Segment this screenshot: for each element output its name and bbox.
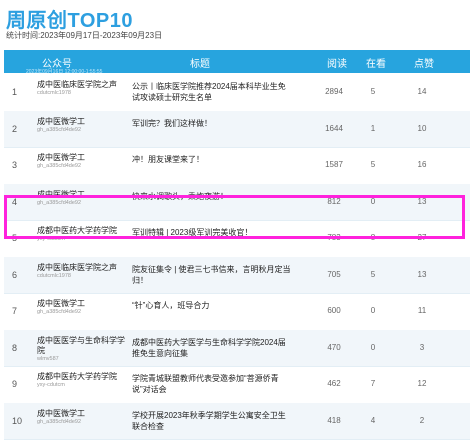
stat-period: 统计时间:2023年09月17日-2023年09月23日 xyxy=(6,30,162,41)
account-label: 成中医微学工 xyxy=(37,153,85,162)
col-read: 阅读 xyxy=(327,55,347,70)
article-title[interactable]: 冲！朋友课堂来了！ xyxy=(132,154,292,165)
row-rank: 9 xyxy=(12,379,17,389)
row-rank: 3 xyxy=(12,160,17,170)
account-id: cdutcmlc1978 xyxy=(37,273,132,280)
article-title[interactable]: 军训完？我们这样做！ xyxy=(132,118,292,129)
article-title[interactable]: “针”心育人，班导合力 xyxy=(132,300,292,311)
read-count: 705 xyxy=(314,270,354,279)
look-count: 7 xyxy=(353,379,393,388)
highlight-box xyxy=(4,195,465,239)
article-title[interactable]: 院友征集令 | 使君三七书信来，言明秋月定当归！ xyxy=(132,264,292,286)
like-count: 12 xyxy=(402,379,442,388)
account-label: 成都中医药大学药学院 xyxy=(37,372,117,381)
like-count: 16 xyxy=(402,160,442,169)
account-id: gh_a385cfd4de92 xyxy=(37,127,132,134)
read-count: 418 xyxy=(314,416,354,425)
account-name[interactable]: 成中医微学工gh_a385cfd4de92 xyxy=(37,153,132,170)
read-count: 600 xyxy=(314,306,354,315)
account-id: gh_a385cfd4de92 xyxy=(37,309,132,316)
look-count: 0 xyxy=(353,306,393,315)
article-title[interactable]: 学院青城联盟教师代表受邀参加“菩源侨青说”对话会 xyxy=(132,373,292,395)
account-label: 成中医临床医学院之声 xyxy=(37,263,117,272)
table-row[interactable]: 9 成都中医药大学药学院yxy-cdutcm学院青城联盟教师代表受邀参加“菩源侨青… xyxy=(4,366,470,404)
account-id: yxy-cdutcm xyxy=(37,382,132,389)
table-row[interactable]: 8 成中医医学与生命科学学院wlmv587成都中医药大学医学与生命科学学院2024… xyxy=(4,330,470,368)
col-like: 点赞 xyxy=(414,55,434,70)
account-id: gh_a385cfd4de92 xyxy=(37,163,132,170)
like-count: 14 xyxy=(402,87,442,96)
account-name[interactable]: 成中医微学工gh_a385cfd4de92 xyxy=(37,409,132,426)
ranking-table: 公众号 标题 阅读 在看 点赞 2023年09月16日 12:00:00-1:5… xyxy=(4,50,470,439)
account-label: 成中医医学与生命科学学院 xyxy=(37,336,125,355)
read-count: 2894 xyxy=(314,87,354,96)
like-count: 11 xyxy=(402,306,442,315)
look-count: 1 xyxy=(353,124,393,133)
look-count: 5 xyxy=(353,87,393,96)
row-rank: 8 xyxy=(12,343,17,353)
account-name[interactable]: 成都中医药大学药学院yxy-cdutcm xyxy=(37,372,132,389)
like-count: 13 xyxy=(402,270,442,279)
table-row[interactable]: 2 成中医微学工gh_a385cfd4de92军训完？我们这样做！ 16441 10 xyxy=(4,111,470,149)
table-row[interactable]: 7 成中医微学工gh_a385cfd4de92“针”心育人，班导合力 6000 11 xyxy=(4,293,470,331)
account-id: wlmv587 xyxy=(37,356,132,363)
look-count: 5 xyxy=(353,160,393,169)
row-rank: 1 xyxy=(12,87,17,97)
look-count: 0 xyxy=(353,343,393,352)
account-label: 成中医临床医学院之声 xyxy=(37,80,117,89)
row-rank: 2 xyxy=(12,124,17,134)
account-name[interactable]: 成中医医学与生命科学学院wlmv587 xyxy=(37,336,132,363)
account-name[interactable]: 成中医临床医学院之声cdutcmlc1978 xyxy=(37,263,132,280)
read-count: 462 xyxy=(314,379,354,388)
like-count: 3 xyxy=(402,343,442,352)
article-title[interactable]: 公示丨临床医学院推荐2024届本科毕业生免试攻读硕士研究生名单 xyxy=(132,81,292,103)
row-rank: 6 xyxy=(12,270,17,280)
look-count: 5 xyxy=(353,270,393,279)
account-name[interactable]: 成中医微学工gh_a385cfd4de92 xyxy=(37,117,132,134)
article-title[interactable]: 成都中医药大学医学与生命科学学院2024届推免生意向征集 xyxy=(132,337,292,359)
account-id: gh_a385cfd4de92 xyxy=(37,419,132,426)
col-title: 标题 xyxy=(190,55,210,70)
look-count: 4 xyxy=(353,416,393,425)
col-look: 在看 xyxy=(366,55,386,70)
row-rank: 7 xyxy=(12,306,17,316)
table-row[interactable]: 1 成中医临床医学院之声cdutcmlc1978公示丨临床医学院推荐2024届本科… xyxy=(4,74,470,112)
account-label: 成中医微学工 xyxy=(37,299,85,308)
like-count: 2 xyxy=(402,416,442,425)
account-label: 成中医微学工 xyxy=(37,409,85,418)
row-rank: 10 xyxy=(12,416,22,426)
account-name[interactable]: 成中医临床医学院之声cdutcmlc1978 xyxy=(37,80,132,97)
read-count: 470 xyxy=(314,343,354,352)
table-row[interactable]: 10 成中医微学工gh_a385cfd4de92学校开展2023年秋季学期学生公寓… xyxy=(4,403,470,440)
page-title: 周原创TOP10 xyxy=(6,4,133,33)
table-header: 公众号 标题 阅读 在看 点赞 2023年09月16日 12:00:00-1:5… xyxy=(4,50,470,73)
account-id: cdutcmlc1978 xyxy=(37,90,132,97)
read-count: 1644 xyxy=(314,124,354,133)
table-row[interactable]: 3 成中医微学工gh_a385cfd4de92冲！朋友课堂来了！ 15875 16 xyxy=(4,147,470,185)
article-title[interactable]: 学校开展2023年秋季学期学生公寓安全卫生联合检查 xyxy=(132,410,292,432)
like-count: 10 xyxy=(402,124,442,133)
account-label: 成中医微学工 xyxy=(37,117,85,126)
read-count: 1587 xyxy=(314,160,354,169)
table-row[interactable]: 6 成中医临床医学院之声cdutcmlc1978院友征集令 | 使君三七书信来，言… xyxy=(4,257,470,295)
account-name[interactable]: 成中医微学工gh_a385cfd4de92 xyxy=(37,299,132,316)
